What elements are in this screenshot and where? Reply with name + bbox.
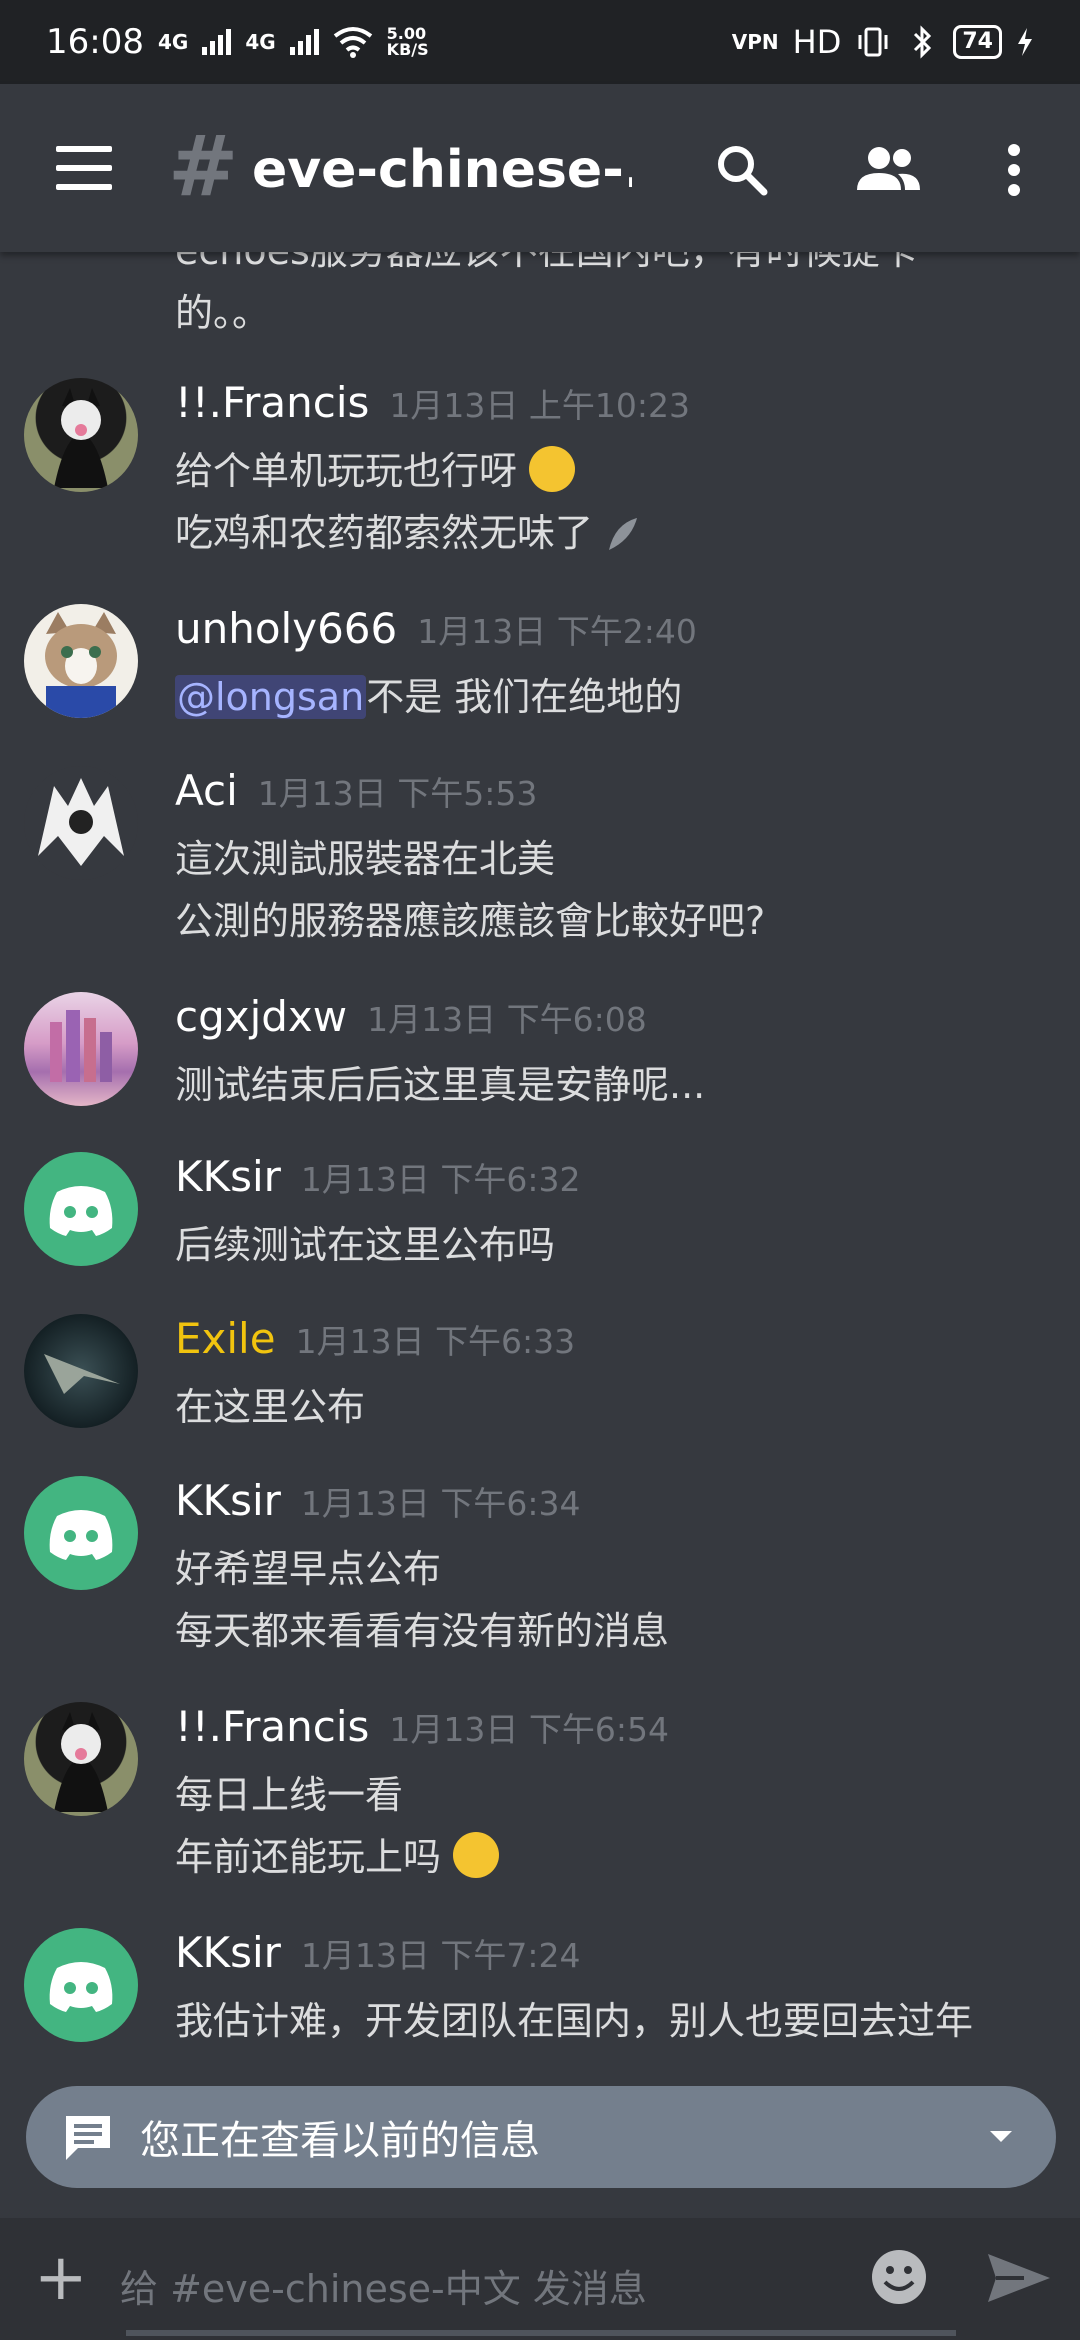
bluetooth-icon xyxy=(914,25,932,59)
timestamp: 1月13日 下午2:40 xyxy=(417,612,697,651)
status-bar: 16:08 4G 4G 5.00 KB/S VPN HD 74 xyxy=(0,0,1080,84)
message-line: 在这里公布 xyxy=(175,1385,366,1429)
city-avatar-icon xyxy=(50,1010,112,1082)
avatar[interactable] xyxy=(24,1702,138,1816)
cat-avatar-icon xyxy=(45,612,117,718)
channel-title[interactable]: eve-chinese-... xyxy=(252,140,632,200)
dog-avatar-icon xyxy=(54,388,108,488)
battery-level: 74 xyxy=(953,25,1002,59)
anime-avatar-icon xyxy=(38,778,124,866)
wifi-icon xyxy=(333,27,372,58)
username[interactable]: !!.Francis xyxy=(175,1702,369,1751)
banner-text: 您正在查看以前的信息 xyxy=(140,2118,540,2164)
discord-logo-icon xyxy=(49,1510,113,1560)
timestamp: 1月13日 上午10:23 xyxy=(389,386,690,425)
message-line: 每天都来看看有没有新的消息 xyxy=(175,1609,670,1653)
timestamp: 1月13日 下午6:32 xyxy=(300,1160,581,1199)
avatar[interactable] xyxy=(24,1928,138,2042)
avatar[interactable] xyxy=(24,766,138,880)
username[interactable]: unholy666 xyxy=(175,604,397,653)
message-composer: + 给 #eve-chinese-中文 发消息 xyxy=(0,2218,1080,2340)
crying-laughing-face-icon xyxy=(453,1832,500,1878)
username[interactable]: !!.Francis xyxy=(175,378,369,427)
message-text: 年前还能玩上吗 xyxy=(175,1835,442,1879)
channel-header: # eve-chinese-... xyxy=(0,84,1080,252)
message-line: 后续测试在这里公布吗 xyxy=(175,1223,556,1267)
message-line: 好希望早点公布 xyxy=(175,1547,442,1591)
status-bar-left: 16:08 4G 4G 5.00 KB/S xyxy=(46,22,429,62)
message-list[interactable]: echoes服务器应该不在国内吧，有时候提卡 的。。 !!.Francis 1月… xyxy=(0,200,1080,2200)
message-line: 這次測試服裝器在北美 xyxy=(175,837,556,881)
message-line: 年前还能玩上吗 xyxy=(175,1826,1060,1888)
message-text: 给个单机玩玩也行呀 xyxy=(175,449,518,493)
user-mention[interactable]: @longsan xyxy=(175,675,367,719)
status-bar-right: VPN HD 74 xyxy=(732,23,1034,61)
message-input[interactable]: 给 #eve-chinese-中文 发消息 xyxy=(120,2258,647,2313)
viewing-older-messages-banner[interactable]: 您正在查看以前的信息 xyxy=(26,2086,1056,2188)
username[interactable]: Aci xyxy=(175,766,238,815)
signal-4g-label-2: 4G xyxy=(245,30,276,54)
charging-icon xyxy=(1018,28,1032,56)
status-time: 16:08 xyxy=(46,22,144,62)
signal-icon xyxy=(202,29,232,55)
username[interactable]: Exile xyxy=(175,1314,276,1363)
avatar[interactable] xyxy=(24,378,138,492)
send-icon[interactable] xyxy=(984,2248,1054,2308)
add-attachment-icon[interactable]: + xyxy=(34,2246,88,2310)
timestamp: 1月13日 下午6:54 xyxy=(389,1710,669,1749)
avatar[interactable] xyxy=(24,1152,138,1266)
avatar[interactable] xyxy=(24,604,138,718)
message-line: 我估计难，开发团队在国内，别人也要回去过年 xyxy=(175,1999,974,2043)
net-speed: 5.00 KB/S xyxy=(387,26,429,58)
search-icon[interactable] xyxy=(712,140,772,200)
message-line: 每日上线一看 xyxy=(175,1773,404,1817)
silver-fish-icon xyxy=(609,518,638,550)
message-text: 不是 我们在绝地的 xyxy=(366,675,683,719)
timestamp: 1月13日 下午6:34 xyxy=(300,1484,581,1523)
dog-avatar-icon xyxy=(54,1712,108,1812)
menu-icon[interactable] xyxy=(56,146,112,190)
timestamp: 1月13日 下午6:08 xyxy=(367,1000,647,1039)
signal-icon-2 xyxy=(289,29,319,55)
avatar[interactable] xyxy=(24,1476,138,1590)
members-icon[interactable] xyxy=(852,140,924,200)
avatar[interactable] xyxy=(24,992,138,1106)
spaceship-avatar-icon xyxy=(44,1354,120,1394)
thinking-face-icon xyxy=(529,446,576,492)
username[interactable]: KKsir xyxy=(175,1476,281,1525)
timestamp: 1月13日 下午7:24 xyxy=(300,1936,581,1975)
username[interactable]: KKsir xyxy=(175,1152,281,1201)
message-line: 公測的服務器應該應該會比較好吧? xyxy=(175,899,766,943)
message-line: 测试结束后后这里真是安静呢... xyxy=(175,1063,706,1107)
chevron-down-icon[interactable] xyxy=(986,2127,1016,2147)
message-line: 吃鸡和农药都索然无味了 xyxy=(175,502,1060,564)
discord-logo-icon xyxy=(49,1962,113,2012)
net-speed-unit: KB/S xyxy=(386,40,429,59)
discord-logo-icon xyxy=(49,1186,113,1236)
message-line: 的。。 xyxy=(175,291,271,335)
home-indicator xyxy=(126,2330,956,2336)
message-line: 给个单机玩玩也行呀 xyxy=(175,440,1060,502)
username[interactable]: KKsir xyxy=(175,1928,281,1977)
avatar[interactable] xyxy=(24,1314,138,1428)
vibrate-icon xyxy=(858,27,888,57)
more-options-icon[interactable] xyxy=(1000,140,1028,200)
hd-label: HD xyxy=(792,23,842,61)
signal-4g-label: 4G xyxy=(157,30,189,54)
channel-hash-icon: # xyxy=(168,117,239,215)
emoji-picker-icon[interactable] xyxy=(868,2246,930,2308)
timestamp: 1月13日 下午5:53 xyxy=(257,774,538,813)
username[interactable]: cgxjdxw xyxy=(175,992,347,1041)
message-text: 吃鸡和农药都索然无味了 xyxy=(175,511,594,555)
timestamp: 1月13日 下午6:33 xyxy=(295,1322,576,1361)
message-icon xyxy=(66,2116,110,2160)
message-line: @longsan不是 我们在绝地的 xyxy=(175,666,1060,728)
vpn-label: VPN xyxy=(731,30,779,54)
